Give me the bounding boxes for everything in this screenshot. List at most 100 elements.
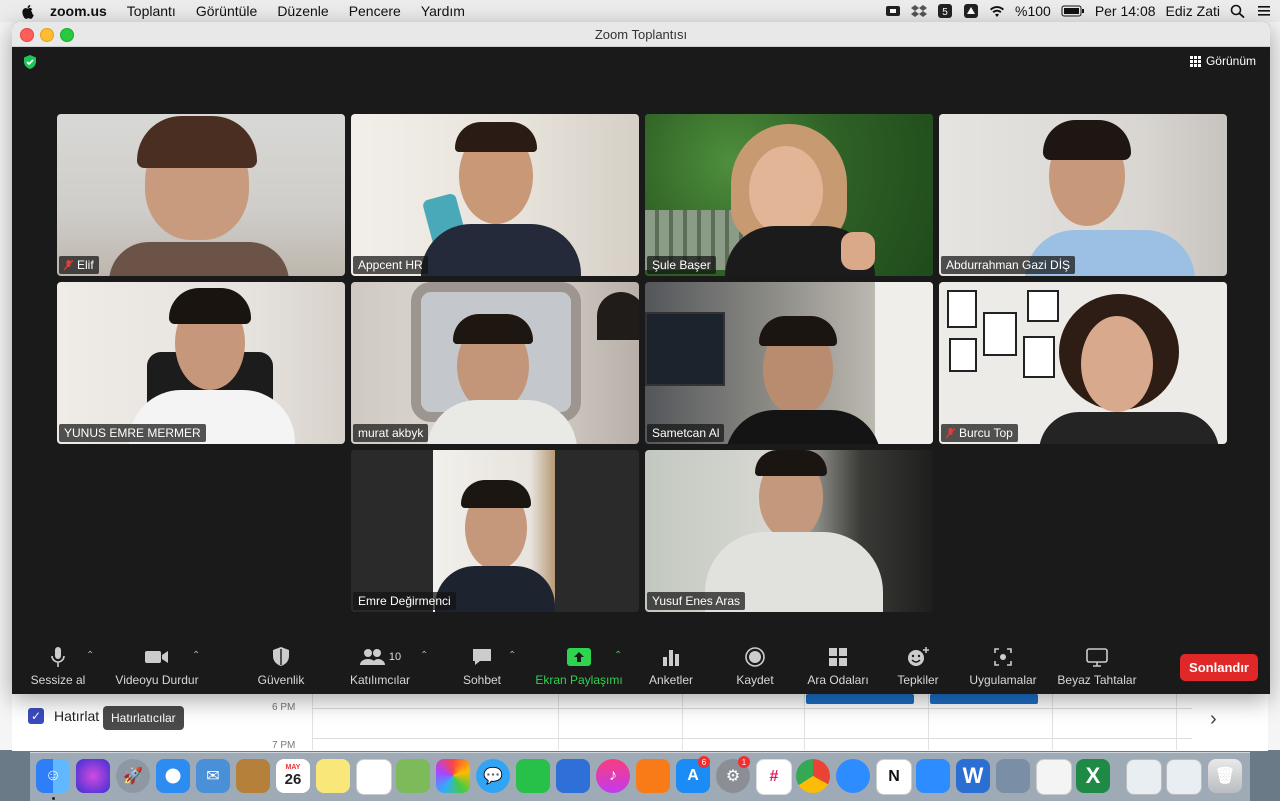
control-center-icon[interactable] [1256, 4, 1272, 18]
dropbox-icon[interactable] [911, 4, 927, 18]
stop-video-button[interactable]: Videoyu Durdur [110, 646, 204, 687]
textedit-icon[interactable] [1036, 759, 1072, 795]
apple-icon[interactable] [20, 3, 36, 19]
menu-clock[interactable]: Per 14:08 [1095, 3, 1156, 19]
s-app-icon[interactable]: 5 [937, 4, 953, 18]
calendar-event[interactable] [930, 694, 1038, 704]
calendar-app-icon[interactable]: MAY 26 [276, 759, 310, 793]
menu-help[interactable]: Yardım [421, 3, 465, 19]
camera-status-icon[interactable] [885, 4, 901, 18]
safari-icon[interactable] [156, 759, 190, 793]
video-tile-murat-akbyk[interactable]: murat akbyk [351, 282, 639, 444]
video-tile-abdurrahman-gazi-dis[interactable]: Abdurrahman Gazi DİŞ [939, 114, 1227, 276]
menu-app-name[interactable]: zoom.us [50, 3, 107, 19]
menu-view[interactable]: Görüntüle [196, 3, 257, 19]
zoom-icon[interactable] [836, 759, 870, 793]
video-tile-sametcan-al[interactable]: Sametcan Al [645, 282, 933, 444]
white-door [875, 282, 933, 444]
notion-icon[interactable]: N [876, 759, 912, 795]
muted-mic-icon [946, 427, 955, 438]
video-tile-yusuf-enes-aras[interactable]: Yusuf Enes Aras [645, 450, 933, 612]
mute-button[interactable]: Sessize al [26, 646, 90, 687]
wall-frame [949, 338, 977, 372]
participant-clothing [1039, 412, 1219, 444]
encryption-shield-icon[interactable] [22, 54, 38, 70]
slack-icon[interactable]: # [756, 759, 792, 795]
music-icon[interactable]: ♪ [596, 759, 630, 793]
whiteboard-icon [1054, 646, 1140, 668]
reminders-row[interactable]: ✓ Hatırlat [28, 708, 99, 724]
word-icon[interactable]: W [956, 759, 990, 793]
reminders-checkbox[interactable]: ✓ [28, 708, 44, 724]
chevron-up-icon[interactable]: ⌃ [614, 650, 622, 661]
drive-icon[interactable] [963, 4, 979, 18]
polls-button[interactable]: Anketler [644, 646, 698, 687]
menu-user[interactable]: Ediz Zati [1166, 3, 1220, 19]
end-meeting-button[interactable]: Sonlandır [1180, 654, 1258, 681]
chevron-up-icon[interactable]: ⌃ [192, 650, 200, 661]
participant-hair [453, 314, 533, 344]
video-tile-appcent-hr[interactable]: Appcent HR [351, 114, 639, 276]
photos-icon[interactable] [436, 759, 470, 793]
maps-icon[interactable] [396, 759, 430, 793]
chevron-up-icon[interactable]: ⌃ [508, 650, 516, 661]
menu-meeting[interactable]: Toplantı [127, 3, 176, 19]
apps-button[interactable]: Uygulamalar [964, 646, 1042, 687]
excel-icon[interactable]: X [1076, 759, 1110, 793]
security-label: Güvenlik [257, 673, 305, 687]
siri-icon[interactable] [76, 759, 110, 793]
participant-name: Yusuf Enes Aras [652, 594, 741, 608]
wifi-icon[interactable] [989, 4, 1005, 18]
participant-hand [841, 232, 875, 270]
participant-name: Emre Değirmenci [358, 594, 451, 608]
chevron-up-icon[interactable]: ⌃ [420, 650, 428, 661]
notes-icon[interactable] [316, 759, 350, 793]
keynote-icon[interactable] [556, 759, 590, 793]
reactions-button[interactable]: Tepkiler [892, 646, 944, 687]
whiteboard-button[interactable]: Beyaz Tahtalar [1054, 646, 1140, 687]
screenshot-thumbnail-icon[interactable] [1126, 759, 1162, 795]
video-tile-sule-baser[interactable]: Şule Başer [645, 114, 933, 276]
participant-face [1081, 316, 1153, 412]
chrome-icon[interactable] [796, 759, 830, 793]
menu-window[interactable]: Pencere [349, 3, 401, 19]
participants-button[interactable]: 10 Katılımcılar [342, 646, 418, 687]
grid-view-icon [1189, 55, 1201, 67]
video-tile-yunus-emre-mermer[interactable]: YUNUS EMRE MERMER [57, 282, 345, 444]
launchpad-icon[interactable]: 🚀 [116, 759, 150, 793]
reactions-label: Tepkiler [897, 673, 939, 687]
reminders-tooltip: Hatırlatıcılar [103, 706, 184, 730]
window-titlebar[interactable]: Zoom Toplantısı [12, 22, 1270, 47]
menu-edit[interactable]: Düzenle [277, 3, 328, 19]
reminders-icon[interactable] [356, 759, 392, 795]
screenshot-thumbnail-icon[interactable] [1166, 759, 1202, 795]
lamp [597, 292, 639, 340]
participant-name: Elif [77, 258, 94, 272]
menu-bar: zoom.us Toplantı Görüntüle Düzenle Pence… [0, 0, 1280, 23]
chevron-up-icon[interactable]: ⌃ [86, 650, 94, 661]
mail-icon[interactable]: ✉ [196, 759, 230, 793]
books-icon[interactable] [636, 759, 670, 793]
calendar-event[interactable] [806, 694, 914, 704]
security-button[interactable]: Güvenlik [250, 646, 312, 687]
chat-button[interactable]: Sohbet [456, 646, 508, 687]
facetime-icon[interactable] [516, 759, 550, 793]
video-tile-burcu-top[interactable]: Burcu Top [939, 282, 1227, 444]
participant-hair [461, 480, 531, 508]
breakout-rooms-button[interactable]: Ara Odaları [802, 646, 874, 687]
chevron-right-icon[interactable]: › [1210, 708, 1217, 731]
calendar-divider [804, 692, 805, 750]
participant-hair [759, 316, 837, 346]
messages-icon[interactable]: 💬 [476, 759, 510, 793]
record-button[interactable]: Kaydet [730, 646, 780, 687]
battery-icon[interactable] [1061, 4, 1085, 18]
contacts-icon[interactable] [236, 759, 270, 793]
finder-icon[interactable]: ☺ [36, 759, 70, 793]
trash-icon[interactable]: 🗑 [1208, 759, 1242, 793]
video-tile-emre-degirmenci[interactable]: Emre Değirmenci [351, 450, 639, 612]
video-tile-elif[interactable]: Elif [57, 114, 345, 276]
preview-icon[interactable] [996, 759, 1030, 793]
spotlight-search-icon[interactable] [1230, 4, 1246, 18]
zoom-meeting-icon[interactable] [916, 759, 950, 793]
view-button[interactable]: Görünüm [1189, 54, 1256, 68]
